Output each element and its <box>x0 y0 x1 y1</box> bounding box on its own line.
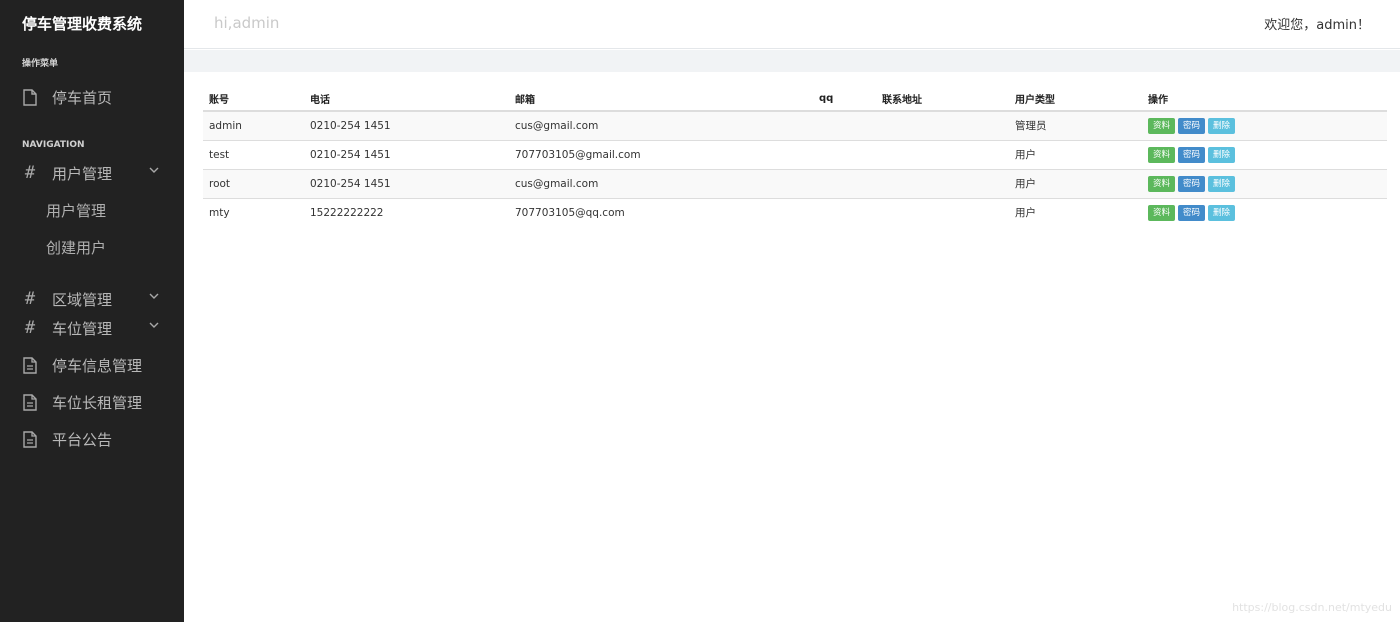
cell-phone: 15222222222 <box>304 197 509 227</box>
file-icon <box>22 88 38 106</box>
sidebar-item-label: 停车首页 <box>52 88 113 107</box>
welcome-text: 欢迎您，admin！ <box>1264 18 1370 33</box>
cell-type: 用户 <box>1009 139 1142 169</box>
sidebar-item-label: 区域管理 <box>52 290 113 309</box>
sidebar-item-area-management[interactable]: # 区域管理 <box>22 286 168 312</box>
column-header: 联系地址 <box>876 86 1009 112</box>
sidebar-item-label: 车位长租管理 <box>52 393 143 412</box>
cell-address <box>876 197 1009 227</box>
delete-button[interactable]: 删除 <box>1208 146 1236 163</box>
document-icon <box>22 393 38 411</box>
chevron-down-icon <box>149 293 159 299</box>
user-table-container: 账号 电话 邮箱 qq 联系地址 用户类型 操作 admin 0210-254 1… <box>203 86 1387 227</box>
profile-button[interactable]: 资料 <box>1148 204 1176 221</box>
cell-address <box>876 168 1009 198</box>
profile-button[interactable]: 资料 <box>1148 146 1176 163</box>
menu-section-heading: 操作菜单 <box>22 59 59 69</box>
hash-icon: # <box>24 163 36 183</box>
hash-icon: # <box>24 289 36 309</box>
column-header: 账号 <box>203 86 304 112</box>
cell-account: root <box>203 168 304 198</box>
cell-qq <box>813 168 876 198</box>
column-header: 操作 <box>1142 86 1387 112</box>
top-bar: hi,admin 欢迎您，admin！ <box>184 0 1400 49</box>
sidebar: 停车管理收费系统 操作菜单 停车首页 NAVIGATION # 用户管理 用户管… <box>0 0 184 622</box>
sidebar-item-long-term-rental[interactable]: 车位长租管理 <box>22 389 168 415</box>
password-button[interactable]: 密码 <box>1178 146 1206 163</box>
delete-button[interactable]: 删除 <box>1208 204 1236 221</box>
column-header: 邮箱 <box>509 86 813 112</box>
table-row: root 0210-254 1451 cus@gmail.com 用户 资料 密码 删除 <box>203 168 1387 198</box>
sidebar-subitem-user-management[interactable]: 用户管理 <box>46 198 106 222</box>
chevron-down-icon <box>149 322 159 328</box>
sidebar-item-home[interactable]: 停车首页 <box>22 84 168 110</box>
cell-email: 707703105@qq.com <box>509 197 813 227</box>
sidebar-item-user-management[interactable]: # 用户管理 <box>22 160 168 186</box>
password-button[interactable]: 密码 <box>1178 117 1206 134</box>
table-header-row: 账号 电话 邮箱 qq 联系地址 用户类型 操作 <box>203 86 1387 112</box>
delete-button[interactable]: 删除 <box>1208 175 1236 192</box>
cell-qq <box>813 139 876 169</box>
cell-type: 用户 <box>1009 197 1142 227</box>
cell-phone: 0210-254 1451 <box>304 110 509 140</box>
sidebar-item-parking-info[interactable]: 停车信息管理 <box>22 352 168 378</box>
document-icon <box>22 430 38 448</box>
chevron-down-icon <box>149 167 159 173</box>
sidebar-item-space-management[interactable]: # 车位管理 <box>22 315 168 341</box>
cell-email: cus@gmail.com <box>509 110 813 140</box>
cell-actions: 资料 密码 删除 <box>1142 110 1387 140</box>
profile-button[interactable]: 资料 <box>1148 175 1176 192</box>
sidebar-item-announcements[interactable]: 平台公告 <box>22 426 168 452</box>
table-row: test 0210-254 1451 707703105@gmail.com 用户 资料… <box>203 139 1387 169</box>
cell-actions: 资料 密码 删除 <box>1142 139 1387 169</box>
cell-address <box>876 110 1009 140</box>
greeting-text: hi,admin <box>214 14 280 32</box>
cell-account: test <box>203 139 304 169</box>
watermark: https://blog.csdn.net/mtyedu <box>1232 601 1392 614</box>
navigation-section-heading: NAVIGATION <box>22 140 85 150</box>
cell-account: mty <box>203 197 304 227</box>
table-row: mty 15222222222 707703105@qq.com 用户 资料 密码 删除 <box>203 197 1387 227</box>
document-icon <box>22 356 38 374</box>
password-button[interactable]: 密码 <box>1178 175 1206 192</box>
cell-actions: 资料 密码 删除 <box>1142 168 1387 198</box>
sidebar-subitem-create-user[interactable]: 创建用户 <box>46 235 106 259</box>
cell-qq <box>813 197 876 227</box>
cell-phone: 0210-254 1451 <box>304 139 509 169</box>
cell-actions: 资料 密码 删除 <box>1142 197 1387 227</box>
cell-phone: 0210-254 1451 <box>304 168 509 198</box>
column-header: qq <box>813 86 876 112</box>
sidebar-item-label: 用户管理 <box>52 164 113 183</box>
delete-button[interactable]: 删除 <box>1208 117 1236 134</box>
user-table: 账号 电话 邮箱 qq 联系地址 用户类型 操作 admin 0210-254 1… <box>203 86 1387 227</box>
cell-type: 管理员 <box>1009 110 1142 140</box>
column-header: 电话 <box>304 86 509 112</box>
cell-qq <box>813 110 876 140</box>
sidebar-item-label: 停车信息管理 <box>52 356 143 375</box>
sidebar-item-label: 车位管理 <box>52 319 113 338</box>
password-button[interactable]: 密码 <box>1178 204 1206 221</box>
cell-type: 用户 <box>1009 168 1142 198</box>
column-header: 用户类型 <box>1009 86 1142 112</box>
hash-icon: # <box>24 318 36 338</box>
cell-account: admin <box>203 110 304 140</box>
table-row: admin 0210-254 1451 cus@gmail.com 管理员 资料 密码 删除 <box>203 110 1387 140</box>
content-header-strip <box>184 50 1400 72</box>
cell-address <box>876 139 1009 169</box>
cell-email: 707703105@gmail.com <box>509 139 813 169</box>
app-title: 停车管理收费系统 <box>22 15 143 33</box>
cell-email: cus@gmail.com <box>509 168 813 198</box>
profile-button[interactable]: 资料 <box>1148 117 1176 134</box>
sidebar-item-label: 平台公告 <box>52 430 113 449</box>
